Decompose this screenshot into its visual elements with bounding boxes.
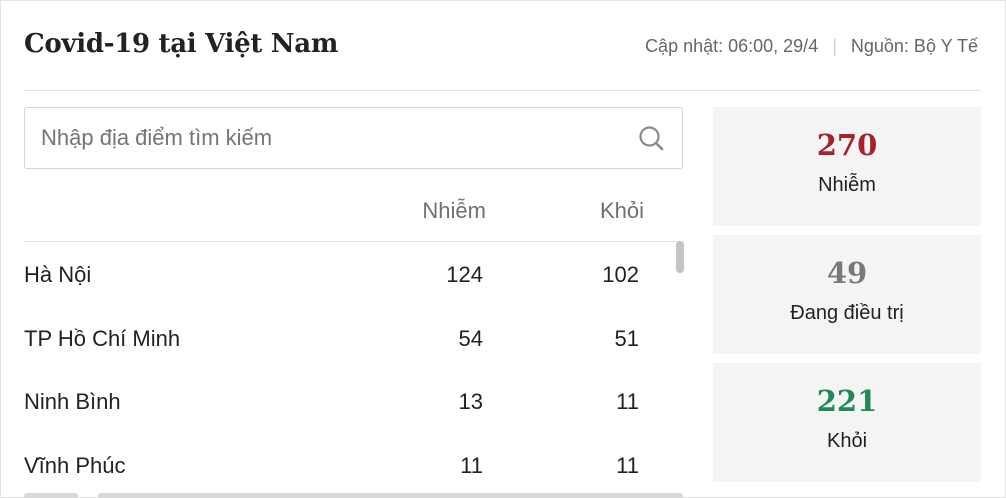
data-source: Nguồn: Bộ Y Tế xyxy=(850,36,978,56)
infected-count: 11 xyxy=(460,452,483,478)
table-row[interactable]: TP Hồ Chí Minh 54 51 xyxy=(24,306,683,370)
treating-total: 49 xyxy=(826,256,868,290)
recovered-count: 51 xyxy=(614,325,639,351)
stat-card-treating: 49 Đang điều trị xyxy=(713,235,981,354)
search-icon[interactable] xyxy=(638,125,666,153)
table-row[interactable]: Ninh Bình 13 11 xyxy=(24,369,683,433)
recovered-count: 11 xyxy=(616,389,639,414)
province-name: Hà Nội xyxy=(24,262,92,287)
updated-time: Cập nhật: 06:00, 29/4 xyxy=(645,36,819,56)
horizontal-scroll-track-left[interactable] xyxy=(24,493,78,498)
header-divider xyxy=(24,90,981,91)
horizontal-scrollbar[interactable] xyxy=(98,493,683,498)
infected-label: Nhiễm xyxy=(818,174,876,196)
column-header-infected[interactable]: Nhiễm xyxy=(422,198,486,224)
search-input[interactable] xyxy=(25,108,625,168)
recovered-count: 102 xyxy=(602,262,639,287)
covid-widget: Covid-19 tại Việt Nam Cập nhật: 06:00, 2… xyxy=(0,0,1006,498)
meta-separator: | xyxy=(832,36,837,56)
stat-card-recovered: 221 Khỏi xyxy=(713,363,981,482)
province-name: TP Hồ Chí Minh xyxy=(24,325,181,351)
vertical-scrollbar[interactable] xyxy=(676,241,684,273)
recovered-total: 221 xyxy=(816,384,878,418)
update-info: Cập nhật: 06:00, 29/4 | Nguồn: Bộ Y Tế xyxy=(645,36,978,57)
table-row[interactable]: Vĩnh Phúc 11 11 xyxy=(24,433,683,491)
province-name: Ninh Bình xyxy=(24,389,121,414)
recovered-label: Khỏi xyxy=(826,430,868,452)
page-title: Covid-19 tại Việt Nam xyxy=(24,29,339,59)
recovered-count: 11 xyxy=(616,452,639,478)
stat-card-infected: 270 Nhiễm xyxy=(713,107,981,226)
infected-count: 13 xyxy=(458,389,483,414)
table-row[interactable]: Hà Nội 124 102 xyxy=(24,242,683,306)
column-header-recovered[interactable]: Khỏi xyxy=(600,198,644,224)
infected-total: 270 xyxy=(816,128,878,162)
search-box xyxy=(24,107,683,169)
infected-count: 54 xyxy=(458,325,483,351)
infected-count: 124 xyxy=(446,262,483,287)
province-name: Vĩnh Phúc xyxy=(24,452,126,478)
province-table: Hà Nội 124 102 TP Hồ Chí Minh 54 51 Ninh… xyxy=(24,242,683,490)
treating-label: Đang điều trị xyxy=(790,302,904,324)
